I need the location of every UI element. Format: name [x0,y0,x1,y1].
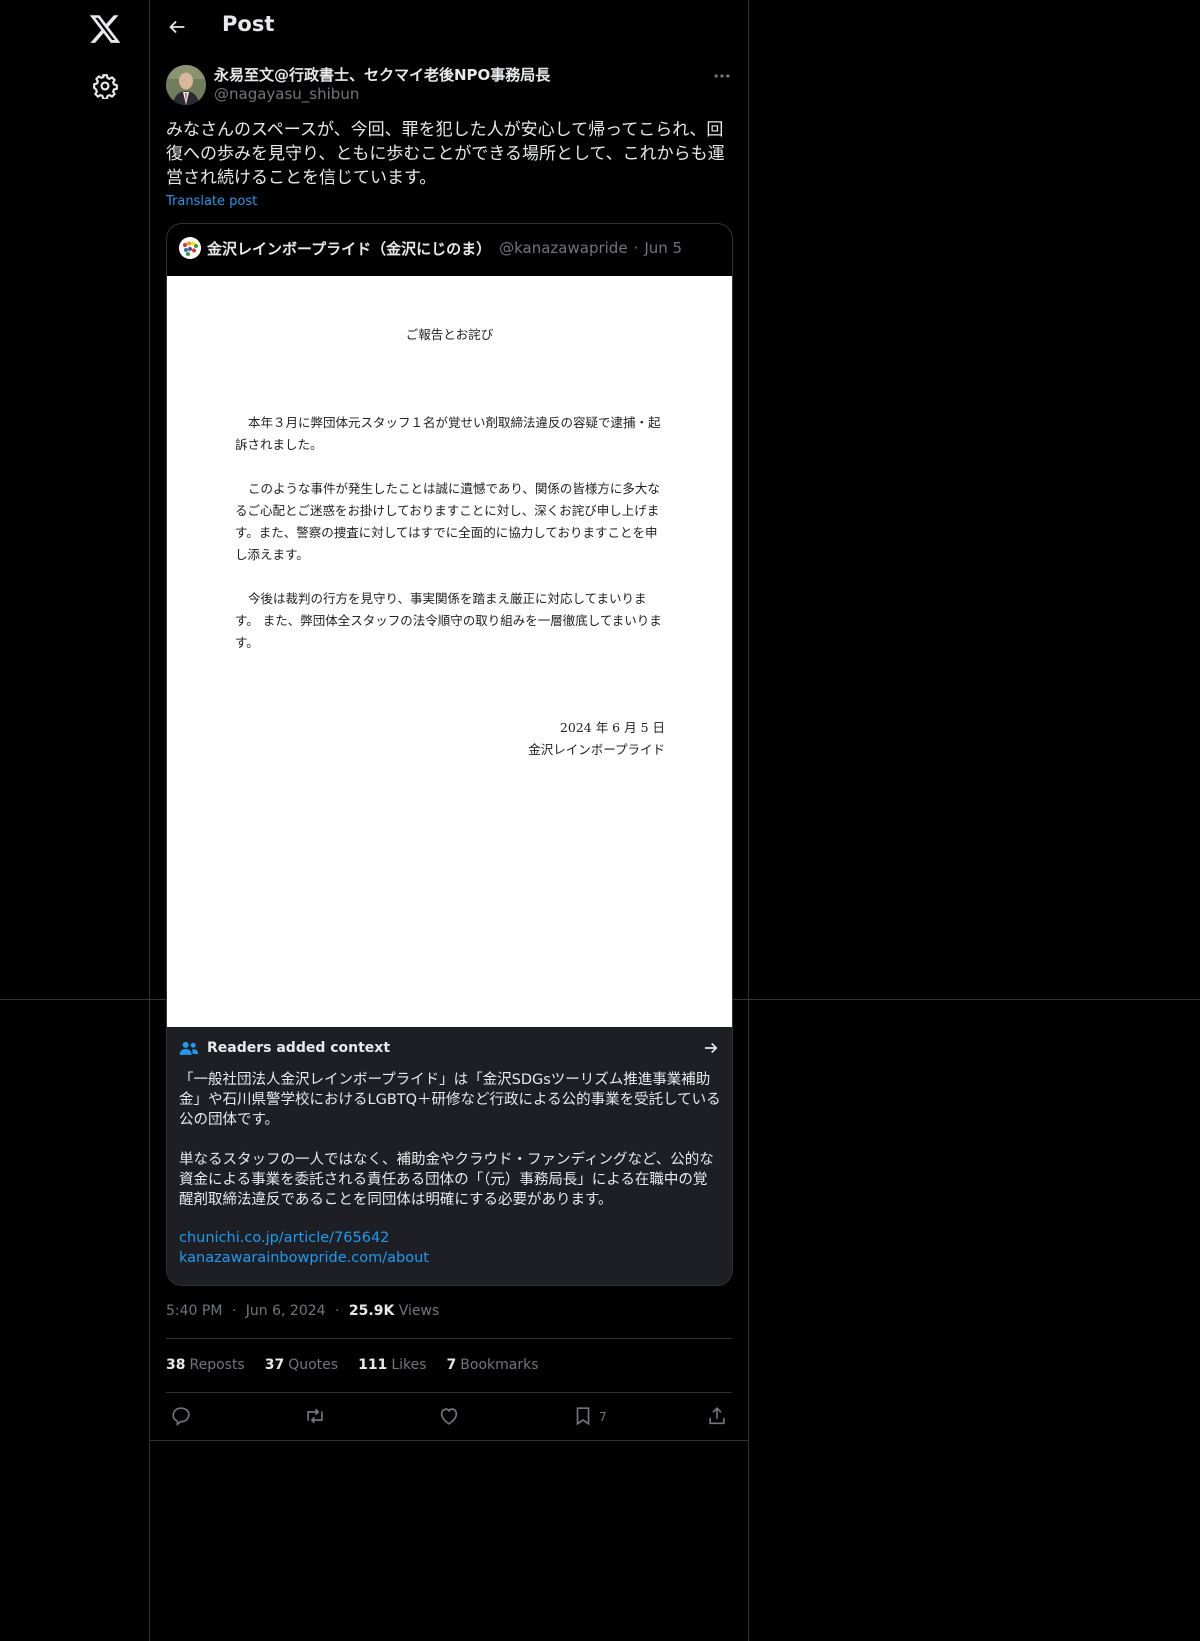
left-column-divider [149,0,150,1641]
quoted-date: Jun 5 [644,239,683,257]
context-paragraph-1: 「一般社団法人金沢レインボープライド」は「金沢SDGsツーリズム推進事業補助金」… [179,1072,721,1128]
right-column-divider [748,0,749,1641]
repost-icon[interactable] [304,1405,326,1427]
likes-stat[interactable]: 111 Likes [358,1357,426,1373]
divider [166,1392,732,1393]
context-title: Readers added context [207,1040,391,1056]
document-paragraph-1: 本年３月に弊団体元スタッフ１名が覚せい剤取締法違反の容疑で逮捕・起訴されました。 [235,415,661,452]
quoted-post[interactable]: 金沢レインボープライド（金沢にじのま） @kanazawapride · Jun… [166,223,733,1286]
more-icon[interactable] [712,66,732,86]
reply-icon[interactable] [170,1405,192,1427]
post-time[interactable]: 5:40 PM [166,1303,222,1319]
post-date[interactable]: Jun 6, 2024 [246,1303,326,1319]
bookmarks-stat[interactable]: 7 Bookmarks [447,1357,539,1373]
quoted-separator: · [633,239,639,257]
engagement-stats: 38 Reposts 37 Quotes 111 Likes 7 Bookmarks [166,1357,539,1373]
divider [149,1440,749,1441]
context-paragraph-2: 単なるスタッフの一人ではなく、補助金やクラウド・ファンディングなど、公的な資金に… [179,1152,714,1208]
document-paragraph-3: 今後は裁判の行方を見守り、事実関係を踏まえ厳正に対応してまいります。 また、弊団… [235,591,662,650]
views-label: Views [398,1303,440,1319]
post-meta: 5:40 PM · Jun 6, 2024 · 25.9K Views [166,1303,439,1319]
divider [166,1338,732,1339]
views-count: 25.9K [348,1303,395,1319]
translate-post-link[interactable]: Translate post [166,194,257,209]
document-signature: 金沢レインボープライド [528,742,665,757]
arrow-right-icon[interactable] [702,1039,720,1057]
context-link-kanazawa[interactable]: kanazawarainbowpride.com/about [179,1250,429,1266]
like-icon[interactable] [438,1405,460,1427]
quotes-stat[interactable]: 37 Quotes [265,1357,338,1373]
quoted-author-handle: @kanazawapride [499,239,628,257]
page-title: Post [222,12,275,36]
document-paragraph-2: このような事件が発生したことは誠に遺憾であり、関係の皆様方に多大なるご心配とご迷… [235,481,660,562]
people-icon [179,1041,199,1055]
context-link-chunichi[interactable]: chunichi.co.jp/article/765642 [179,1230,389,1246]
back-arrow-icon[interactable] [166,16,188,38]
bookmark-count: 7 [599,1410,607,1424]
reposts-stat[interactable]: 38 Reposts [166,1357,245,1373]
bookmark-icon[interactable] [572,1405,594,1427]
document-image[interactable]: ご報告とお詫び 本年３月に弊団体元スタッフ１名が覚せい剤取締法違反の容疑で逮捕・… [167,276,732,1027]
x-logo-icon[interactable] [88,12,122,46]
quoted-post-header: 金沢レインボープライド（金沢にじのま） @kanazawapride · Jun… [179,237,682,259]
readers-context-note[interactable]: Readers added context 「一般社団法人金沢レインボープライド… [167,1027,732,1285]
author-handle[interactable]: @nagayasu_shibun [214,85,359,103]
share-icon[interactable] [706,1405,728,1427]
document-date: 2024 年 6 月 5 日 [559,720,665,735]
post-text: みなさんのスペースが、今回、罪を犯した人が安心して帰ってこられ、回復への歩みを見… [166,120,725,188]
meta-separator: · [335,1303,340,1319]
meta-separator: · [231,1303,237,1319]
author-name[interactable]: 永易至文@行政書士、セクマイ老後NPO事務局長 [214,64,550,85]
quoted-author-name: 金沢レインボープライド（金沢にじのま） [207,239,492,258]
gear-icon[interactable] [92,73,118,99]
avatar[interactable] [166,65,206,105]
quoted-avatar [179,237,201,259]
document-title: ご報告とお詫び [405,327,494,342]
